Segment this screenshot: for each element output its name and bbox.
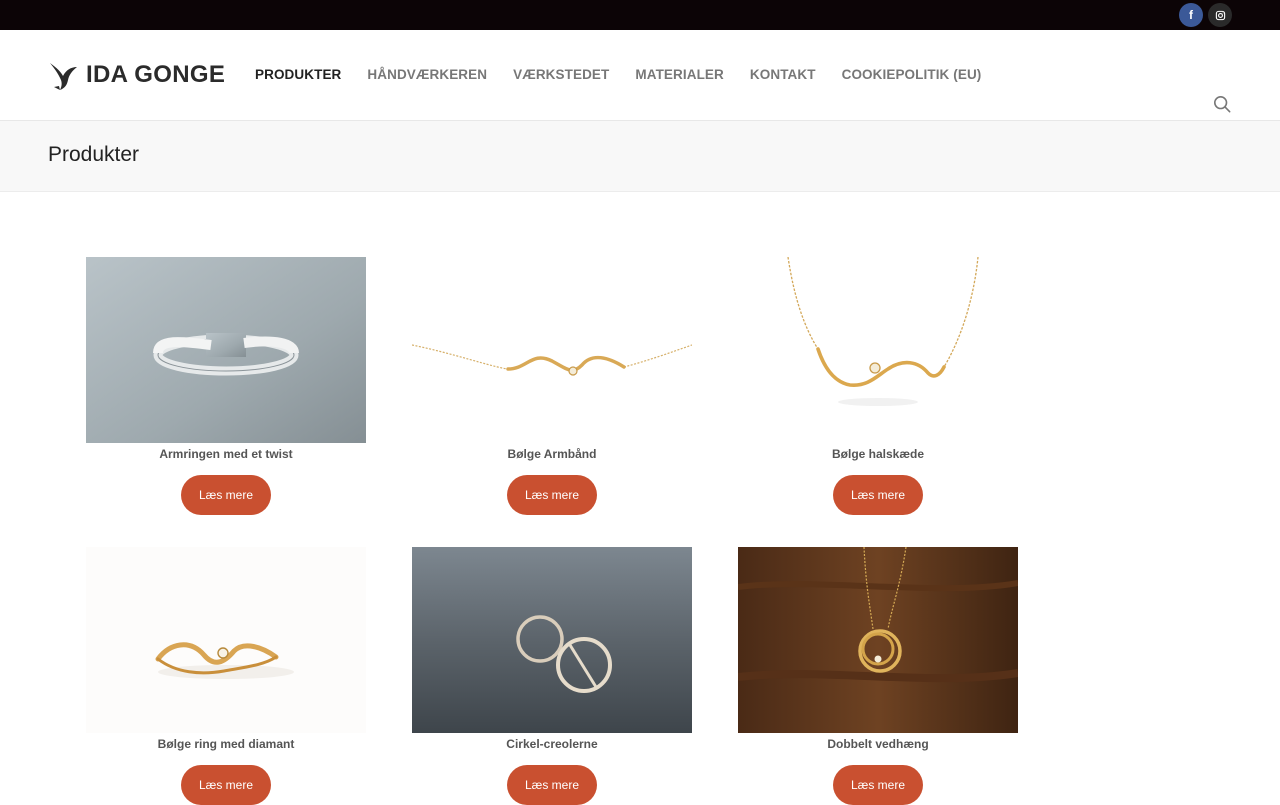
product-title[interactable]: Bølge Armbånd [412,445,692,463]
nav-item-kontakt[interactable]: KONTAKT [750,67,816,82]
site-logo[interactable]: IDA GONGE [48,59,225,91]
search-icon[interactable] [1213,95,1231,113]
facebook-icon[interactable]: f [1179,3,1203,27]
product-title[interactable]: Cirkel-creolerne [412,735,692,753]
read-more-button[interactable]: Læs mere [181,475,271,515]
product-title[interactable]: Armringen med et twist [86,445,366,463]
instagram-icon[interactable] [1208,3,1232,27]
swallow-icon [50,63,77,90]
social-links: f [1179,3,1232,27]
read-more-button[interactable]: Læs mere [833,475,923,515]
product-image[interactable] [86,547,366,733]
product-card: Bølge halskæde Læs mere [738,257,1018,515]
read-more-button[interactable]: Læs mere [507,765,597,805]
page-title: Produkter [48,143,140,166]
product-card: Bølge ring med diamant Læs mere [86,547,366,805]
read-more-button[interactable]: Læs mere [181,765,271,805]
main-navigation: PRODUKTER HÅNDVÆRKEREN VÆRKSTEDET MATERI… [255,67,981,82]
read-more-button[interactable]: Læs mere [507,475,597,515]
product-card: Armringen med et twist Læs mere [86,257,366,515]
product-image[interactable] [738,547,1018,733]
nav-item-materialer[interactable]: MATERIALER [635,67,724,82]
product-card: Cirkel-creolerne Læs mere [412,547,692,805]
nav-item-produkter[interactable]: PRODUKTER [255,67,341,82]
product-image[interactable] [412,547,692,733]
top-bar: f [0,0,1280,30]
site-name: IDA GONGE [86,61,226,88]
nav-item-cookiepolitik[interactable]: COOKIEPOLITIK (EU) [842,67,982,82]
product-card: Dobbelt vedhæng Læs mere [738,547,1018,805]
product-title[interactable]: Bølge halskæde [738,445,1018,463]
product-image[interactable] [738,257,1018,443]
nav-item-vaerkstedet[interactable]: VÆRKSTEDET [513,67,609,82]
product-title[interactable]: Bølge ring med diamant [86,735,366,753]
read-more-button[interactable]: Læs mere [833,765,923,805]
nav-item-haandvaerkeren[interactable]: HÅNDVÆRKEREN [367,67,487,82]
product-card: Bølge Armbånd Læs mere [412,257,692,515]
product-title[interactable]: Dobbelt vedhæng [738,735,1018,753]
product-image[interactable] [412,257,692,443]
site-header: IDA GONGE PRODUKTER HÅNDVÆRKEREN VÆRKSTE… [0,30,1280,121]
page-title-bar: Produkter [0,121,1280,192]
product-image[interactable] [86,257,366,443]
